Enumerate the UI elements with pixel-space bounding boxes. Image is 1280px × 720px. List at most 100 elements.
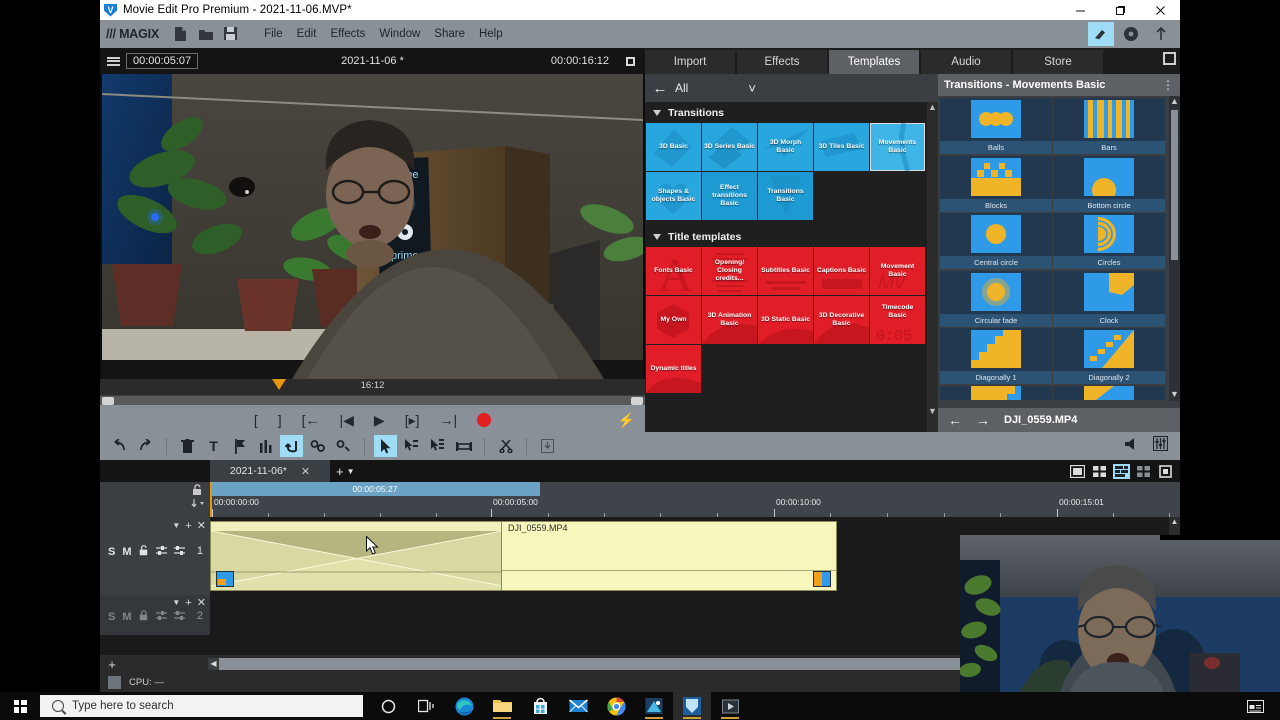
movie-maker-icon[interactable] <box>635 692 673 720</box>
transition-item-diagonally-2[interactable]: Diagonally 2 <box>1053 328 1165 384</box>
menu-file[interactable]: File <box>264 28 283 40</box>
screen-recorder-icon[interactable] <box>711 692 749 720</box>
pan-fader-icon[interactable] <box>174 545 185 559</box>
maximize-button[interactable] <box>1100 0 1140 20</box>
mute-button[interactable]: M <box>122 546 131 558</box>
save-project-icon[interactable] <box>223 26 238 42</box>
remove-track-icon[interactable]: ✕ <box>197 596 206 609</box>
solo-button[interactable]: S <box>108 611 115 623</box>
task-view-icon[interactable] <box>407 692 445 720</box>
scroll-handle-right[interactable] <box>631 397 643 405</box>
tab-audio[interactable]: Audio <box>921 50 1011 74</box>
template-tile-3d-animation-basic[interactable]: 3D Animation Basic <box>702 296 757 344</box>
volume-fader-icon[interactable] <box>156 610 167 624</box>
new-project-icon[interactable] <box>173 26 188 42</box>
nav-forward-icon[interactable]: → <box>976 412 990 428</box>
detail-scrollbar[interactable]: ▲ ▼ <box>1169 96 1180 401</box>
mouse-mode-stretch-button[interactable] <box>452 435 475 457</box>
menu-window[interactable]: Window <box>379 28 420 40</box>
chevron-down-icon[interactable]: ˅ <box>748 81 756 96</box>
mark-out-button[interactable]: ] <box>278 413 282 427</box>
mute-button[interactable]: M <box>122 611 131 623</box>
cortana-icon[interactable] <box>369 692 407 720</box>
template-tile-3d-static-basic[interactable]: 3D Static Basic <box>758 296 813 344</box>
track-menu-icon[interactable]: ▼ <box>172 521 180 530</box>
timeline-clip-transition[interactable] <box>210 521 502 591</box>
transition-item-clock[interactable]: Clock <box>1053 271 1165 327</box>
locked-icon[interactable] <box>139 610 149 624</box>
timeline-ruler[interactable]: 00:00:05:27 00:00:00:00 00:00:05:00 00:0… <box>210 482 1180 517</box>
scroll-up-icon[interactable]: ▲ <box>927 102 938 114</box>
maximize-mediapool-icon[interactable] <box>1163 52 1176 65</box>
record-disc-icon[interactable] <box>1118 22 1144 46</box>
cut-button[interactable] <box>494 435 517 457</box>
preview-playhead-marker[interactable] <box>272 379 286 390</box>
microsoft-edge-icon[interactable] <box>445 692 483 720</box>
magix-movie-edit-pro-icon[interactable] <box>673 692 711 720</box>
windows-start-icon[interactable] <box>0 700 40 713</box>
snap-button[interactable] <box>536 435 559 457</box>
burn-disc-icon[interactable] <box>1088 22 1114 46</box>
add-track-icon[interactable]: + <box>185 597 191 609</box>
fade-out-handle[interactable] <box>813 571 831 587</box>
preview-scrubber[interactable]: 16:12 <box>100 379 645 395</box>
record-button[interactable] <box>477 413 491 427</box>
template-tile-3d-morph-basic[interactable]: 3D Morph Basic <box>758 123 813 171</box>
track-options-icon[interactable] <box>191 498 205 512</box>
mouse-mode-all-tracks-button[interactable] <box>426 435 449 457</box>
template-tile-3d-basic[interactable]: 3D Basic <box>646 123 701 171</box>
template-tile-movement-basic[interactable]: Mv Movement Basic <box>870 247 925 295</box>
jump-to-end-button[interactable]: →| <box>440 413 458 427</box>
unlocked-icon[interactable] <box>139 545 149 559</box>
transition-item-partial-row[interactable] <box>940 386 1052 400</box>
scroll-down-icon[interactable]: ▼ <box>927 406 938 418</box>
news-and-interests-icon[interactable] <box>1247 700 1264 713</box>
tab-import[interactable]: Import <box>645 50 735 74</box>
add-track-icon[interactable]: + <box>100 657 124 672</box>
lightning-icon[interactable]: ⚡ <box>618 412 635 429</box>
scroll-handle-left[interactable] <box>102 397 114 405</box>
transition-item-diagonally-1[interactable]: Diagonally 1 <box>940 328 1052 384</box>
set-marker-button[interactable] <box>228 435 251 457</box>
open-project-icon[interactable] <box>198 26 213 42</box>
template-tile-3d-series-basic[interactable]: 3D Series Basic <box>702 123 757 171</box>
export-upload-icon[interactable] <box>1148 22 1174 46</box>
menu-share[interactable]: Share <box>434 28 465 40</box>
view-timeline-button[interactable] <box>1113 464 1130 479</box>
template-tile-dynamic-titles[interactable]: Dynamic titles <box>646 345 701 393</box>
unlocked-icon[interactable] <box>192 484 203 499</box>
delete-object-button[interactable] <box>176 435 199 457</box>
mixer-icon[interactable] <box>1153 436 1168 456</box>
undo-button[interactable] <box>108 435 131 457</box>
close-tab-icon[interactable]: ✕ <box>301 465 310 478</box>
mouse-mode-single-track-button[interactable] <box>400 435 423 457</box>
menu-effects[interactable]: Effects <box>330 28 365 40</box>
ungroup-button[interactable] <box>332 435 355 457</box>
template-tile-fonts-basic[interactable]: A Fonts Basic <box>646 247 701 295</box>
group-button[interactable] <box>306 435 329 457</box>
previous-frame-button[interactable]: |◀ <box>340 413 354 427</box>
timeline-clip-video[interactable]: DJI_0559.MP4 <box>501 521 837 591</box>
preview-scroll-bar[interactable] <box>100 395 645 405</box>
group-header-title-templates[interactable]: Title templates <box>645 226 938 247</box>
track-menu-icon[interactable]: ▼ <box>172 598 180 607</box>
transition-item-balls[interactable]: Balls <box>940 98 1052 154</box>
menu-edit[interactable]: Edit <box>297 28 317 40</box>
view-scene-overview-button[interactable] <box>1091 464 1108 479</box>
next-frame-button[interactable]: [▸] <box>405 413 420 427</box>
template-tile-timecode-basic[interactable]: 0:05 Timecode Basic <box>870 296 925 344</box>
remove-track-icon[interactable]: ✕ <box>197 519 206 532</box>
transition-item-bars[interactable]: Bars <box>1053 98 1165 154</box>
template-tile-movements-basic[interactable]: Movements Basic <box>870 123 925 171</box>
maximize-timeline-button[interactable] <box>1157 464 1174 479</box>
timeline-range-selection[interactable]: 00:00:05:27 <box>210 482 540 496</box>
add-tab-icon[interactable]: +▼ <box>336 464 355 479</box>
template-tile-3d-tiles-basic[interactable]: 3D Tiles Basic <box>814 123 869 171</box>
redo-button[interactable] <box>134 435 157 457</box>
scroll-left-icon[interactable]: ◀ <box>208 658 219 670</box>
template-tile-effect-transitions-basic[interactable]: Effect transitions Basic <box>702 172 757 220</box>
chevron-down-icon[interactable]: ▼ <box>347 467 355 476</box>
transition-item-partial-row[interactable] <box>1053 386 1165 400</box>
transition-item-central-circle[interactable]: Central circle <box>940 213 1052 269</box>
jump-to-start-button[interactable]: [← <box>302 413 320 427</box>
